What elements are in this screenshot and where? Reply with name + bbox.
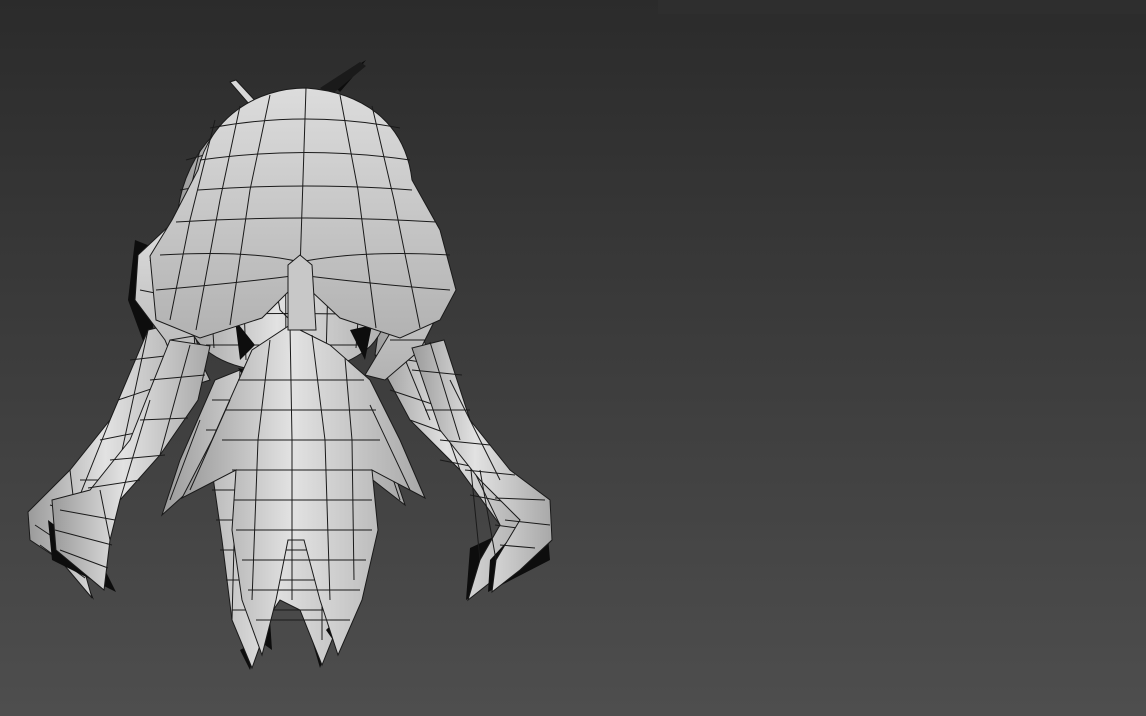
left-tentacle-back — [51, 339, 211, 591]
neck-back — [287, 254, 317, 331]
body-back — [180, 324, 427, 657]
character-model-back-view[interactable] — [0, 0, 573, 716]
3d-viewport[interactable] — [0, 0, 1146, 716]
right-tentacle-back — [411, 339, 553, 594]
